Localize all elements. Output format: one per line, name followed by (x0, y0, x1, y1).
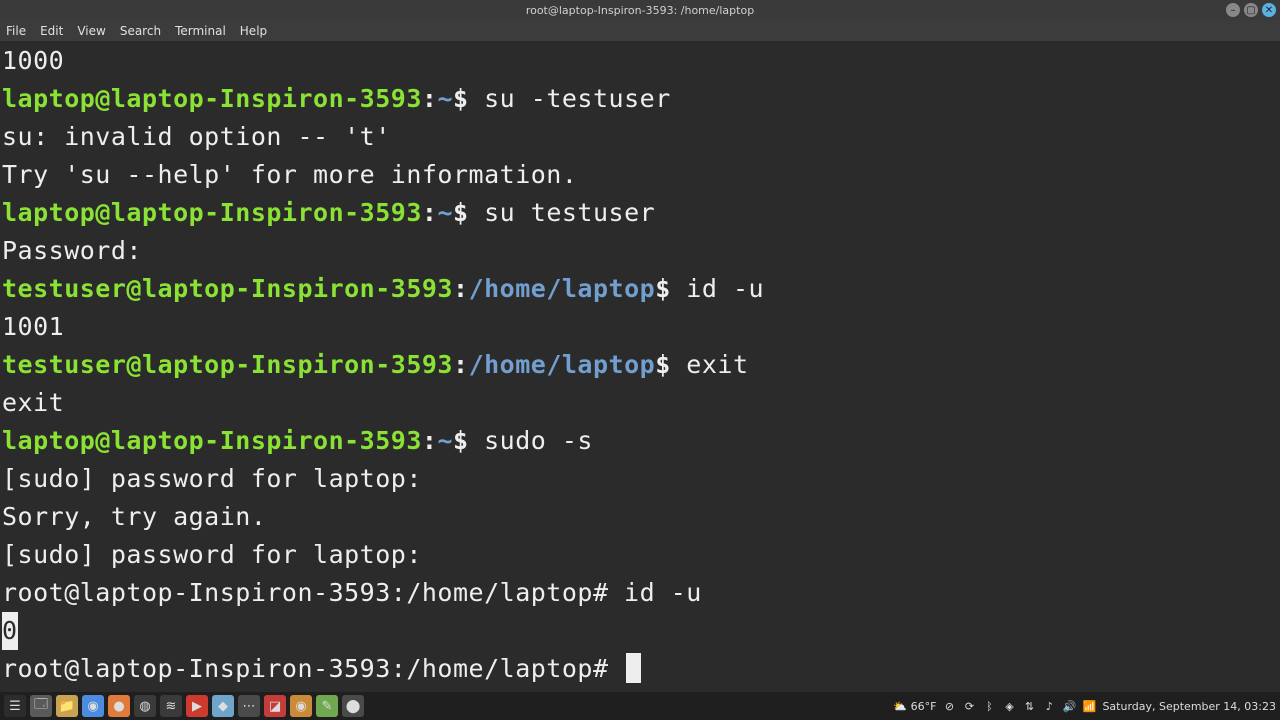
err-su-1: su: invalid option -- 't' (2, 122, 391, 151)
wifi-icon[interactable]: 📶 (1082, 699, 1096, 713)
discord-icon[interactable]: ◆ (212, 695, 234, 717)
weather-widget[interactable]: ⛅ 66°F (893, 700, 936, 713)
menu-file[interactable]: File (6, 24, 26, 38)
app1-icon[interactable]: ◪ (264, 695, 286, 717)
firefox-icon[interactable]: ● (108, 695, 130, 717)
menu-bar: File Edit View Search Terminal Help (0, 20, 1280, 42)
menu-icon[interactable]: ☰ (4, 695, 26, 717)
block-icon[interactable]: ⊘ (942, 699, 956, 713)
media-icon[interactable]: ▶ (186, 695, 208, 717)
folder-icon[interactable]: 📁 (56, 695, 78, 717)
bluetooth-icon[interactable]: ᛒ (982, 699, 996, 713)
sudo-pw-1: [sudo] password for laptop: (2, 464, 422, 493)
menu-search[interactable]: Search (120, 24, 161, 38)
window-title: root@laptop-Inspiron-3593: /home/laptop (526, 4, 754, 17)
menu-edit[interactable]: Edit (40, 24, 63, 38)
files-icon[interactable]: 🗔 (30, 695, 52, 717)
mint-icon[interactable]: ⬤ (342, 695, 364, 717)
output-0-selected: 0 (2, 612, 18, 650)
root-prompt-2: root@laptop-Inspiron-3593:/home/laptop# (2, 654, 609, 683)
cmd-id-u: id -u (671, 274, 764, 303)
terminal-output[interactable]: 1000 laptop@laptop-Inspiron-3593:~$ su -… (0, 42, 1280, 692)
menu-view[interactable]: View (77, 24, 105, 38)
cmd-su-bad: su -testuser (469, 84, 671, 113)
volume-icon[interactable]: 🔊 (1062, 699, 1076, 713)
system-tray: ⛅ 66°F ⊘ ⟳ ᛒ ◈ ⇅ ♪ 🔊 📶 Saturday, Septemb… (893, 699, 1276, 713)
network-icon[interactable]: ⇅ (1022, 699, 1036, 713)
menu-terminal[interactable]: Terminal (175, 24, 226, 38)
window-titlebar: root@laptop-Inspiron-3593: /home/laptop … (0, 0, 1280, 20)
prompt-userhost: laptop@laptop-Inspiron-3593 (2, 84, 422, 113)
output-exit: exit (2, 388, 64, 417)
window-controls: – ▢ ✕ (1226, 3, 1276, 17)
steam-icon[interactable]: ◍ (134, 695, 156, 717)
close-button[interactable]: ✕ (1262, 3, 1276, 17)
sudo-pw-2: [sudo] password for laptop: (2, 540, 422, 569)
maximize-button[interactable]: ▢ (1244, 3, 1258, 17)
cmd-sudo-s: sudo -s (469, 426, 593, 455)
clock[interactable]: Saturday, September 14, 03:23 (1102, 700, 1276, 713)
cmd-exit: exit (671, 350, 749, 379)
app2-icon[interactable]: ◉ (290, 695, 312, 717)
taskbar: ☰🗔📁◉●◍≋▶◆⋯◪◉✎⬤ ⛅ 66°F ⊘ ⟳ ᛒ ◈ ⇅ ♪ 🔊 📶 Sa… (0, 692, 1280, 720)
cmd-root-idu: id -u (609, 578, 702, 607)
terminal-cursor (626, 653, 641, 683)
output-1001: 1001 (2, 312, 64, 341)
spotify-icon[interactable]: ≋ (160, 695, 182, 717)
prompt-testuser: testuser@laptop-Inspiron-3593 (2, 274, 453, 303)
shield-icon[interactable]: ◈ (1002, 699, 1016, 713)
cmd-su-good: su testuser (469, 198, 656, 227)
output-1000: 1000 (2, 46, 64, 75)
password-prompt: Password: (2, 236, 142, 265)
music-icon[interactable]: ♪ (1042, 699, 1056, 713)
sudo-sorry: Sorry, try again. (2, 502, 266, 531)
code-icon[interactable]: ⋯ (238, 695, 260, 717)
menu-help[interactable]: Help (240, 24, 267, 38)
root-prompt-1: root@laptop-Inspiron-3593:/home/laptop# (2, 578, 609, 607)
err-su-2: Try 'su --help' for more information. (2, 160, 577, 189)
refresh-icon[interactable]: ⟳ (962, 699, 976, 713)
minimize-button[interactable]: – (1226, 3, 1240, 17)
app3-icon[interactable]: ✎ (316, 695, 338, 717)
chrome-icon[interactable]: ◉ (82, 695, 104, 717)
